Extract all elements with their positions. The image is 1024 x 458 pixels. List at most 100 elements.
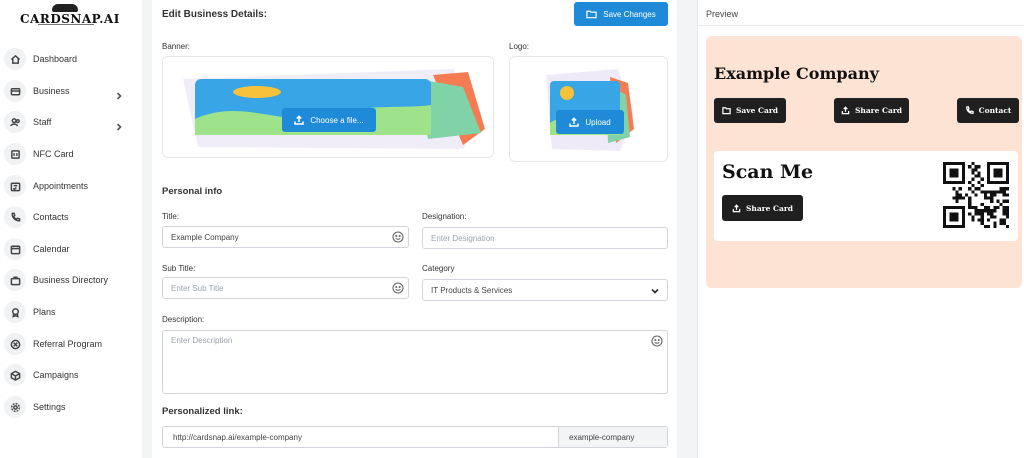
- share-card-label: Share Card: [854, 106, 903, 115]
- folder-icon: [722, 107, 731, 115]
- share-icon: [732, 203, 741, 212]
- sidebar-item-label: Campaigns: [33, 370, 79, 380]
- sidebar-item-label: Plans: [33, 307, 56, 317]
- choose-file-button[interactable]: Choose a file...: [282, 108, 376, 132]
- save-card-button[interactable]: Save Card: [714, 98, 786, 123]
- sidebar-item-contacts[interactable]: Contacts: [0, 203, 142, 231]
- preview-panel: Preview Example Company Save Card Share …: [697, 0, 1024, 458]
- page-title: Edit Business Details:: [162, 9, 268, 20]
- choose-file-label: Choose a file...: [310, 115, 364, 125]
- car-icon: [52, 4, 78, 12]
- sidebar-item-campaigns[interactable]: Campaigns: [0, 361, 142, 389]
- nfc-icon: [4, 143, 26, 165]
- link-url-text: http://cardsnap.ai/example-company: [173, 432, 302, 442]
- sidebar-item-label: Settings: [33, 402, 66, 412]
- gear-icon: [4, 396, 26, 418]
- chevron-right-icon: [115, 87, 123, 100]
- sidebar: CARDSNAP.AI Dashboard Business Staff NFC…: [0, 0, 142, 458]
- award-icon: [4, 301, 26, 323]
- sidebar-item-label: Business: [33, 86, 70, 96]
- divider: [698, 25, 1024, 26]
- sidebar-item-referral-program[interactable]: Referral Program: [0, 330, 142, 358]
- chevron-right-icon: [115, 118, 123, 131]
- share-icon: [841, 106, 850, 115]
- designation-input[interactable]: Enter Designation: [422, 227, 668, 249]
- sidebar-item-label: NFC Card: [33, 149, 74, 159]
- sidebar-item-dashboard[interactable]: Dashboard: [0, 45, 142, 73]
- upload-icon: [294, 115, 305, 125]
- category-label: Category: [422, 264, 455, 273]
- personalized-link-heading: Personalized link:: [162, 406, 243, 417]
- scan-share-card-button[interactable]: Share Card: [722, 195, 803, 221]
- save-changes-label: Save Changes: [603, 9, 656, 19]
- briefcase-icon: [4, 269, 26, 291]
- description-textarea[interactable]: Enter Description: [162, 330, 668, 394]
- title-input[interactable]: Example Company: [162, 226, 409, 248]
- business-card-preview: Example Company Save Card Share Card Con…: [706, 36, 1022, 288]
- description-placeholder: Enter Description: [171, 336, 233, 345]
- brand-logo[interactable]: CARDSNAP.AI: [20, 4, 119, 26]
- preview-heading: Preview: [706, 9, 739, 19]
- edit-business-panel: Edit Business Details: Save Changes Bann…: [152, 0, 677, 458]
- logo-underline: [38, 24, 94, 25]
- scan-me-title: Scan Me: [722, 161, 814, 183]
- sidebar-item-label: Business Directory: [33, 275, 109, 285]
- folder-icon: [586, 10, 597, 19]
- share-card-button[interactable]: Share Card: [834, 98, 909, 123]
- calendar-check-icon: [4, 175, 26, 197]
- subtitle-label: Sub Title:: [162, 264, 196, 273]
- title-label: Title:: [162, 212, 180, 221]
- subtitle-input[interactable]: Enter Sub Title: [162, 277, 409, 299]
- save-card-label: Save Card: [735, 106, 779, 115]
- banner-label: Banner:: [162, 42, 191, 51]
- title-value: Example Company: [171, 232, 239, 242]
- scan-share-label: Share Card: [745, 203, 794, 213]
- sidebar-item-label: Contacts: [33, 212, 69, 222]
- link-slug-text: example-company: [569, 432, 635, 442]
- emoji-icon[interactable]: [392, 231, 404, 243]
- sidebar-item-calendar[interactable]: Calendar: [0, 235, 142, 263]
- upload-icon: [569, 117, 580, 127]
- upload-label: Upload: [585, 117, 611, 127]
- sidebar-item-business-directory[interactable]: Business Directory: [0, 266, 142, 294]
- sidebar-item-nfc-card[interactable]: NFC Card: [0, 140, 142, 168]
- personalized-link-group: http://cardsnap.ai/example-company examp…: [162, 426, 668, 448]
- emoji-icon[interactable]: [651, 335, 663, 347]
- designation-placeholder: Enter Designation: [431, 233, 495, 243]
- sidebar-item-label: Appointments: [33, 181, 89, 191]
- box-icon: [4, 364, 26, 386]
- chevron-down-icon: [651, 287, 659, 295]
- sidebar-item-settings[interactable]: Settings: [0, 393, 142, 421]
- share-circle-icon: [4, 333, 26, 355]
- sidebar-item-business[interactable]: Business: [0, 77, 142, 105]
- phone-icon: [4, 206, 26, 228]
- sidebar-item-plans[interactable]: Plans: [0, 298, 142, 326]
- subtitle-placeholder: Enter Sub Title: [171, 283, 224, 293]
- contact-button[interactable]: Contact: [957, 98, 1019, 123]
- logo-upload-button[interactable]: Upload: [556, 110, 624, 134]
- users-icon: [4, 111, 26, 133]
- scan-me-section: Scan Me Share Card: [714, 151, 1018, 241]
- sidebar-item-label: Calendar: [33, 244, 70, 254]
- category-select[interactable]: IT Products & Services: [422, 279, 668, 301]
- sidebar-item-staff[interactable]: Staff: [0, 108, 142, 136]
- logo-label: Logo:: [509, 42, 530, 51]
- qr-code: [943, 162, 1009, 228]
- save-changes-button[interactable]: Save Changes: [574, 2, 668, 26]
- personalized-link-input[interactable]: http://cardsnap.ai/example-company: [163, 427, 559, 447]
- phone-icon: [965, 106, 974, 114]
- calendar-icon: [4, 238, 26, 260]
- sidebar-item-label: Staff: [33, 117, 52, 127]
- sidebar-item-label: Referral Program: [33, 339, 103, 349]
- logo-upload-area[interactable]: Upload: [509, 56, 668, 162]
- sidebar-item-label: Dashboard: [33, 54, 78, 64]
- home-icon: [4, 48, 26, 70]
- wallet-icon: [4, 80, 26, 102]
- banner-upload-area[interactable]: Choose a file...: [162, 56, 494, 158]
- sidebar-item-appointments[interactable]: Appointments: [0, 172, 142, 200]
- company-name: Example Company: [714, 64, 879, 83]
- description-label: Description:: [162, 315, 205, 324]
- emoji-icon[interactable]: [392, 282, 404, 294]
- contact-label: Contact: [978, 106, 1012, 115]
- link-slug-addon: example-company: [559, 427, 667, 447]
